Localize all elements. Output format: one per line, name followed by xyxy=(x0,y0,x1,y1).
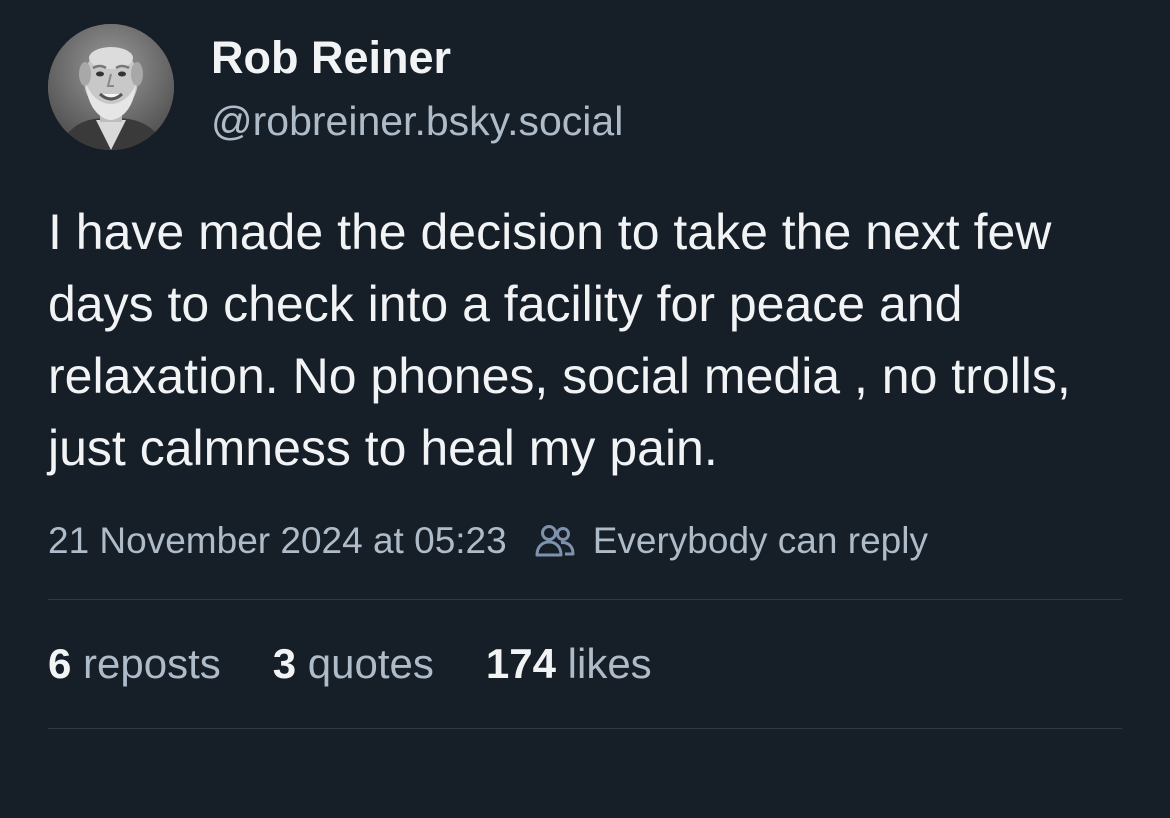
likes-stat[interactable]: 174 likes xyxy=(486,640,652,688)
post-body-text: I have made the decision to take the nex… xyxy=(48,204,1071,476)
avatar-photo-icon xyxy=(48,24,174,150)
quotes-stat[interactable]: 3 quotes xyxy=(273,640,434,688)
people-icon xyxy=(535,525,575,557)
quotes-label: quotes xyxy=(307,640,434,687)
author-avatar[interactable] xyxy=(48,24,174,150)
quotes-count: 3 xyxy=(272,640,308,687)
reposts-label: reposts xyxy=(83,640,221,687)
post-meta: 21 November 2024 at 05:23 Everybody can … xyxy=(48,515,1122,567)
reposts-count: 6 xyxy=(48,640,84,687)
author-names: Rob Reiner @robreiner.bsky.social xyxy=(211,33,623,142)
post-timestamp: 21 November 2024 at 05:23 xyxy=(48,520,507,561)
post-header: Rob Reiner @robreiner.bsky.social xyxy=(48,24,1122,150)
likes-count: 174 xyxy=(485,640,568,687)
post-thread-view: Rob Reiner @robreiner.bsky.social I have… xyxy=(48,24,1122,729)
reposts-stat[interactable]: 6 reposts xyxy=(48,640,221,688)
reply-setting-label[interactable]: Everybody can reply xyxy=(593,520,928,562)
author-display-name[interactable]: Rob Reiner xyxy=(211,35,623,80)
stats-bottom-divider xyxy=(48,728,1122,729)
author-handle[interactable]: @robreiner.bsky.social xyxy=(211,100,623,142)
engagement-stats: 6 reposts 3 quotes 174 likes xyxy=(48,600,1122,728)
likes-label: likes xyxy=(567,640,652,687)
